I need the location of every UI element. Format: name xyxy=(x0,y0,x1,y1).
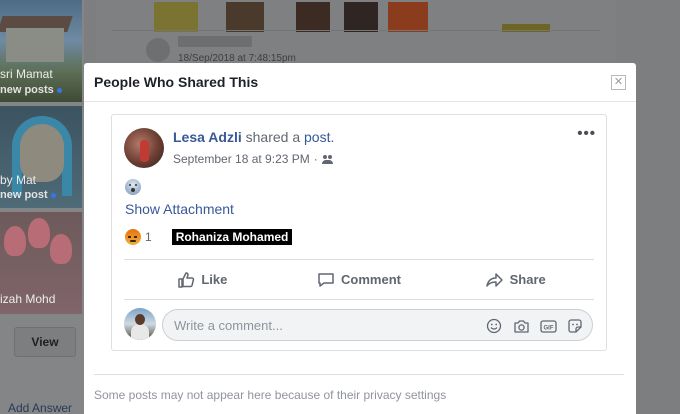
close-icon[interactable]: ✕ xyxy=(611,75,626,90)
unread-dot-icon xyxy=(50,192,56,198)
post-link[interactable]: post. xyxy=(304,129,334,145)
comment-icon xyxy=(318,272,334,287)
gif-icon[interactable]: GIF xyxy=(539,317,557,335)
author-link[interactable]: Lesa Adzli xyxy=(173,129,242,145)
house-image xyxy=(6,28,64,62)
blurred-name xyxy=(178,36,252,47)
like-button[interactable]: Like xyxy=(124,260,281,299)
friend-name: izah Mohd xyxy=(0,292,56,306)
comment-placeholder: Write a comment... xyxy=(174,318,283,333)
background-feed-image xyxy=(96,0,616,70)
profile-photo xyxy=(140,140,149,162)
friend-tile[interactable]: izah Mohd xyxy=(0,212,82,314)
reaction-count: 1 xyxy=(145,230,152,244)
camera-icon[interactable] xyxy=(512,317,530,335)
background-sidebar: sri Mamat new posts by Mat new post izah… xyxy=(0,0,84,414)
friend-tile[interactable]: sri Mamat new posts xyxy=(0,0,82,102)
profile-photo xyxy=(131,324,149,340)
comment-button[interactable]: Comment xyxy=(281,260,438,299)
comment-composer: Write a comment... GIF xyxy=(124,308,596,342)
sticker-icon[interactable] xyxy=(566,317,584,335)
divider xyxy=(94,374,624,375)
share-button[interactable]: Share xyxy=(437,260,594,299)
unread-dot-icon xyxy=(56,87,62,93)
tulip-image xyxy=(28,218,50,248)
fearful-face-emoji-icon xyxy=(125,179,141,195)
comment-input[interactable]: Write a comment... GIF xyxy=(162,309,593,341)
show-attachment-link[interactable]: Show Attachment xyxy=(125,201,234,217)
friend-name: by Mat xyxy=(0,173,37,187)
bottle-image xyxy=(344,2,378,32)
post-action-bar: Like Comment Share xyxy=(124,259,594,300)
meta-separator: · xyxy=(313,152,318,166)
bottle-image xyxy=(388,2,428,32)
shared-text: shared a xyxy=(245,129,301,145)
privacy-note: Some posts may not appear here because o… xyxy=(94,388,447,402)
post-header: Lesa Adzli shared a post. xyxy=(173,129,334,145)
post-timestamp[interactable]: September 18 at 9:23 PM xyxy=(173,152,310,166)
post-meta: September 18 at 9:23 PM · xyxy=(173,152,334,166)
bottle-image xyxy=(154,2,198,32)
reaction-tooltip: Rohaniza Mohamed xyxy=(171,229,293,245)
share-icon xyxy=(485,272,503,287)
dialog-title: People Who Shared This xyxy=(94,74,259,90)
comment-label: Comment xyxy=(341,272,401,287)
thumbs-up-icon xyxy=(178,271,195,288)
divider xyxy=(112,30,600,31)
new-posts-label: new post xyxy=(0,189,56,201)
like-label: Like xyxy=(201,272,228,287)
shared-post-card: Lesa Adzli shared a post. September 18 a… xyxy=(111,114,607,351)
share-label: Share xyxy=(509,272,546,287)
bottle-image xyxy=(296,2,330,32)
new-posts-label: new posts xyxy=(0,84,62,96)
comment-input-icons: GIF xyxy=(485,317,584,335)
reaction-summary[interactable]: 1 Rohaniza Mohamed xyxy=(125,229,293,245)
angry-reaction-icon xyxy=(125,229,141,245)
emoji-icon[interactable] xyxy=(485,317,503,335)
friend-tile[interactable]: by Mat new post xyxy=(0,106,82,208)
svg-text:GIF: GIF xyxy=(543,325,553,331)
view-button[interactable]: View xyxy=(14,327,76,357)
more-options-icon[interactable]: ••• xyxy=(577,125,596,142)
profile-photo xyxy=(135,314,145,325)
add-answer-link[interactable]: Add Answer xyxy=(8,401,72,414)
friend-name: sri Mamat xyxy=(0,67,53,81)
dialog-header: People Who Shared This xyxy=(84,63,636,102)
avatar[interactable] xyxy=(124,128,164,168)
tulip-image xyxy=(50,234,72,264)
avatar xyxy=(146,38,170,62)
bottle-image xyxy=(226,2,264,32)
avatar xyxy=(124,308,156,340)
tulip-image xyxy=(4,226,26,256)
friends-icon[interactable] xyxy=(321,154,334,164)
people-who-shared-dialog: People Who Shared This ✕ Lesa Adzli shar… xyxy=(84,63,636,414)
